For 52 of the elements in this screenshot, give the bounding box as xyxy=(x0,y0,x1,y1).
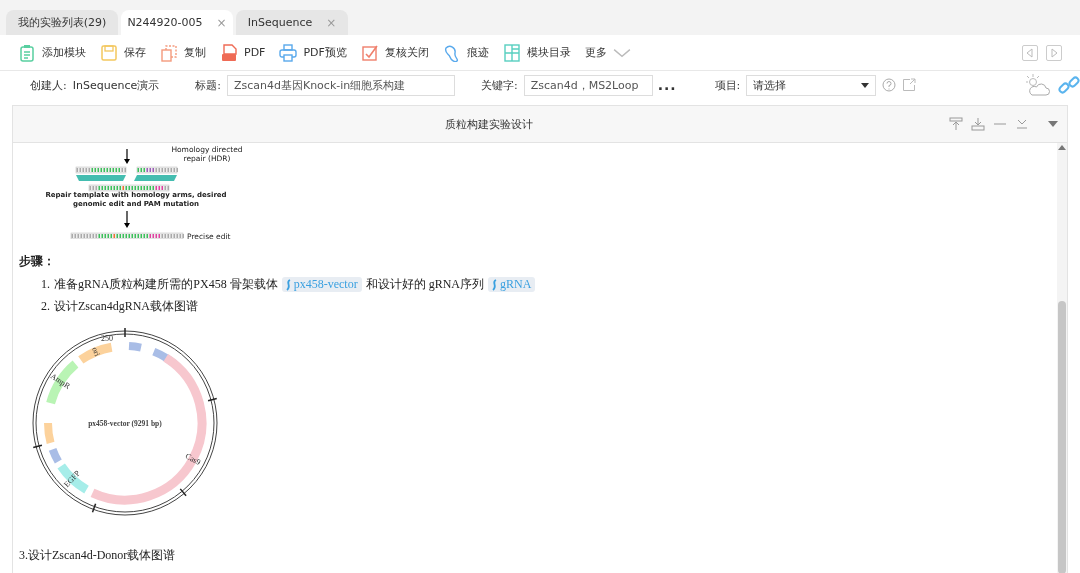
scrollbar-thumb[interactable] xyxy=(1058,301,1066,573)
tab[interactable]: 我的实验列表(29) xyxy=(6,10,118,35)
feature-arc xyxy=(44,422,55,444)
pdf-file-icon xyxy=(220,43,238,62)
toolbar-button[interactable]: 痕迹 xyxy=(442,43,489,62)
help-icon xyxy=(882,78,897,92)
feature-label: ori xyxy=(90,345,102,358)
toolbar-button[interactable]: 保存 xyxy=(100,43,146,62)
toolbar-button[interactable]: 复制 xyxy=(160,43,206,62)
feature-arc xyxy=(128,342,142,352)
toolbar-button[interactable]: 复核关闭 xyxy=(360,43,429,62)
checkbox-pen-icon xyxy=(360,43,379,62)
title-field[interactable]: Zscan4d基因Knock-in细胞系构建 xyxy=(226,74,455,96)
project-select[interactable]: 请选择 xyxy=(746,74,877,96)
feature-label: Cas9 xyxy=(183,451,203,468)
tick-label: 250 xyxy=(101,334,113,343)
weather-icon xyxy=(1026,73,1051,97)
list-number: 2. xyxy=(41,299,50,314)
toolbar-button[interactable]: 模块目录 xyxy=(502,43,571,62)
caret-icon xyxy=(861,82,870,88)
layout-icon xyxy=(502,43,521,62)
step-text: 3.设计Zscan4d-Donor载体图谱 xyxy=(19,547,177,564)
field-label: 创建人: xyxy=(30,77,67,93)
section-heading: 步骤： xyxy=(19,253,56,270)
dropdown-icon xyxy=(1047,119,1059,129)
lasso-icon xyxy=(442,43,461,62)
move-top-icon[interactable] xyxy=(949,117,963,131)
field-label: 关键字: xyxy=(480,77,518,93)
export-icon xyxy=(902,78,917,92)
list-number: 1. xyxy=(41,277,50,292)
move-bottom-icon[interactable] xyxy=(971,117,985,131)
link-icon xyxy=(1058,74,1080,96)
toolbar-button[interactable]: PDF预览 xyxy=(279,43,347,62)
step-text: 准备gRNA质粒构建所需的PX458 骨架载体 xyxy=(54,276,278,293)
tab[interactable]: N244920-005 × xyxy=(121,10,233,35)
dna-icon xyxy=(490,278,499,291)
panel-title: 质粒构建实验设计 xyxy=(445,116,533,132)
toolbar-button[interactable]: PDF xyxy=(220,43,266,62)
step-text: 设计Zscan4dgRNA载体图谱 xyxy=(54,298,198,315)
copy-icon xyxy=(160,43,178,62)
keyword-field[interactable]: Zscan4d，MS2Loop xyxy=(523,74,653,96)
creator-name: InSequence演示 xyxy=(72,77,160,93)
collapse-icon[interactable] xyxy=(1015,117,1029,131)
tab[interactable]: InSequence × xyxy=(236,10,348,35)
field-label: 项目: xyxy=(714,77,741,93)
toolbar-button[interactable]: 更多 xyxy=(584,43,631,62)
more-button[interactable]: ... xyxy=(657,81,677,89)
toolbar-button[interactable]: 添加模块 xyxy=(18,43,86,62)
field-label: 标题: xyxy=(195,77,221,93)
clipboard-icon xyxy=(18,43,36,62)
printer-icon xyxy=(279,43,298,62)
step-text: 和设计好的 gRNA序列 xyxy=(365,276,484,293)
